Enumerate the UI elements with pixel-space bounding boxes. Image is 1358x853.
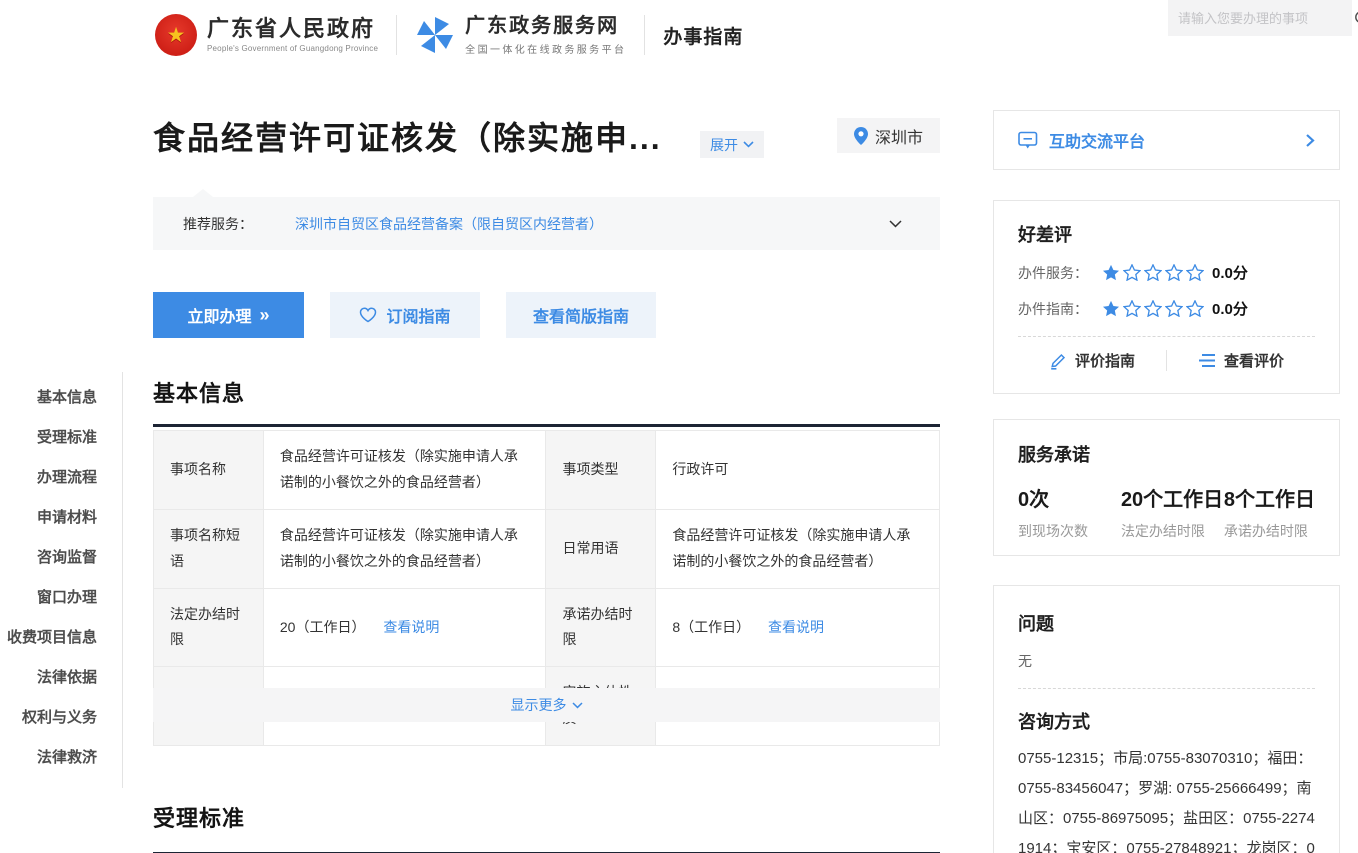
chevron-down-icon [743, 141, 754, 148]
consult-title: 咨询方式 [1018, 708, 1315, 734]
title-expand-label: 展开 [710, 135, 738, 155]
consult-phone-numbers: 0755-12315；市局:0755-83070310；福田：0755-8345… [1018, 744, 1315, 853]
accept-standard-heading: 受理标准 [153, 801, 940, 853]
row-label: 事项类型 [546, 431, 656, 510]
subscribe-guide-label: 订阅指南 [386, 303, 450, 327]
rating-row-guide: 办件指南： 0.0分 [1018, 298, 1315, 319]
chevron-down-icon [572, 702, 583, 709]
chat-bubble-icon [1018, 131, 1038, 150]
row-label: 法定办结时限 [154, 588, 264, 667]
page-title: 食品经营许可证核发（除实施申... [153, 113, 662, 159]
section-anchor-nav: 基本信息 受理标准 办理流程 申请材料 咨询监督 窗口办理 收费项目信息 法律依… [0, 372, 123, 788]
sidebar-item-rights-obligations[interactable]: 权利与义务 [0, 698, 122, 738]
rating-title: 好差评 [1018, 221, 1315, 247]
city-name: 深圳市 [875, 124, 923, 148]
row-value: 8（工作日） 查看说明 [656, 588, 940, 667]
service-guide-page: ★ 广东省人民政府 People's Government of Guangdo… [0, 0, 1358, 853]
sidebar-item-window[interactable]: 窗口办理 [0, 578, 122, 618]
gov-name-en: People's Government of Guangdong Provinc… [207, 44, 378, 53]
simple-guide-button[interactable]: 查看简版指南 [506, 292, 656, 338]
rating-card: 好差评 办件服务： 0.0分 办件指南： 0.0分 [993, 200, 1340, 394]
title-expand-button[interactable]: 展开 [700, 131, 764, 158]
row-value: 食品经营许可证核发（除实施申请人承诺制的小餐饮之外的食品经营者） [263, 431, 546, 510]
row-value: 20（工作日） 查看说明 [263, 588, 546, 667]
row-label: 承诺办结时限 [546, 588, 656, 667]
sidebar-item-accept-standard[interactable]: 受理标准 [0, 418, 122, 458]
table-row: 法定办结时限 20（工作日） 查看说明 承诺办结时限 8（工作日） 查看说明 [154, 588, 940, 667]
sidebar-item-materials[interactable]: 申请材料 [0, 498, 122, 538]
header-divider [396, 15, 397, 55]
recommend-bar-notch [193, 189, 213, 197]
rating-score: 0.0分 [1212, 298, 1248, 319]
page-type-label: 办事指南 [663, 22, 743, 49]
portal-name: 广东政务服务网 [465, 15, 626, 37]
row-label: 日常用语 [546, 509, 656, 588]
pencil-icon [1049, 352, 1067, 370]
double-arrow-icon: » [260, 305, 270, 326]
stat-promised-limit: 8个工作日 承诺办结时限 [1224, 483, 1315, 541]
sidebar-item-legal-basis[interactable]: 法律依据 [0, 658, 122, 698]
apply-now-button[interactable]: 立即办理 » [153, 292, 304, 338]
question-consult-card: 问题 无 咨询方式 0755-12315；市局:0755-83070310；福田… [993, 585, 1340, 853]
site-header: ★ 广东省人民政府 People's Government of Guangdo… [0, 0, 1358, 70]
mutual-exchange-label: 互助交流平台 [1049, 128, 1305, 152]
portal-subtitle: 全国一体化在线政务服务平台 [465, 41, 626, 56]
table-row: 事项名称 食品经营许可证核发（除实施申请人承诺制的小餐饮之外的食品经营者） 事项… [154, 431, 940, 510]
show-more-label: 显示更多 [511, 695, 567, 715]
location-pin-icon [854, 127, 868, 145]
recommend-label: 推荐服务： [183, 214, 253, 234]
dashed-divider [1018, 336, 1315, 337]
promise-title: 服务承诺 [1018, 441, 1315, 467]
search-input[interactable] [1178, 11, 1354, 26]
sidebar-item-legal-remedy[interactable]: 法律救济 [0, 738, 122, 778]
question-content: 无 [1018, 651, 1315, 671]
chevron-right-icon [1305, 133, 1315, 148]
sidebar-item-fees[interactable]: 收费项目信息 [0, 618, 122, 658]
heart-icon [359, 307, 377, 323]
header-search [1168, 0, 1352, 36]
apply-now-label: 立即办理 [187, 303, 251, 327]
table-row: 事项名称短语 食品经营许可证核发（除实施申请人承诺制的小餐饮之外的食品经营者） … [154, 509, 940, 588]
star-rating [1102, 300, 1204, 317]
rating-guide-link[interactable]: 评价指南 [1018, 350, 1167, 371]
recommend-collapse-icon[interactable] [889, 220, 902, 228]
stat-visits: 0次 到现场次数 [1018, 483, 1121, 541]
statutory-limit-note-link[interactable]: 查看说明 [383, 619, 439, 635]
view-ratings-link[interactable]: 查看评价 [1167, 350, 1315, 371]
gov-name: 广东省人民政府 [207, 17, 378, 41]
recommend-service-bar: 推荐服务： 深圳市自贸区食品经营备案（限自贸区内经营者） [153, 197, 940, 250]
recommend-service-link[interactable]: 深圳市自贸区食品经营备案（限自贸区内经营者） [295, 214, 603, 234]
promised-limit-note-link[interactable]: 查看说明 [768, 619, 824, 635]
stat-statutory-limit: 20个工作日 法定办结时限 [1121, 483, 1224, 541]
header-divider [644, 15, 645, 55]
star-rating [1102, 264, 1204, 281]
question-title: 问题 [1018, 610, 1315, 636]
row-value: 食品经营许可证核发（除实施申请人承诺制的小餐饮之外的食品经营者） [656, 509, 940, 588]
rating-row-service: 办件服务： 0.0分 [1018, 262, 1315, 283]
city-selector[interactable]: 深圳市 [837, 118, 940, 153]
dashed-divider [1018, 688, 1315, 689]
national-emblem-icon: ★ [155, 14, 197, 56]
show-more-button[interactable]: 显示更多 [153, 688, 940, 722]
gov-logo[interactable]: 广东省人民政府 People's Government of Guangdong… [207, 17, 378, 53]
basic-info-heading: 基本信息 [153, 376, 940, 427]
row-value: 行政许可 [656, 431, 940, 510]
service-promise-card: 服务承诺 0次 到现场次数 20个工作日 法定办结时限 8个工作日 承诺办结时限 [993, 419, 1340, 556]
sidebar-item-process[interactable]: 办理流程 [0, 458, 122, 498]
portal-logo-text[interactable]: 广东政务服务网 全国一体化在线政务服务平台 [465, 15, 626, 56]
sidebar-item-basic-info[interactable]: 基本信息 [0, 378, 122, 418]
rating-score: 0.0分 [1212, 262, 1248, 283]
mutual-exchange-card[interactable]: 互助交流平台 [993, 110, 1340, 170]
simple-guide-label: 查看简版指南 [533, 303, 629, 327]
subscribe-guide-button[interactable]: 订阅指南 [330, 292, 480, 338]
search-icon[interactable] [1354, 10, 1358, 27]
row-label: 事项名称短语 [154, 509, 264, 588]
portal-pinwheel-icon [415, 15, 455, 55]
row-value: 食品经营许可证核发（除实施申请人承诺制的小餐饮之外的食品经营者） [263, 509, 546, 588]
list-icon [1198, 353, 1216, 368]
row-label: 事项名称 [154, 431, 264, 510]
sidebar-item-consult-supervise[interactable]: 咨询监督 [0, 538, 122, 578]
